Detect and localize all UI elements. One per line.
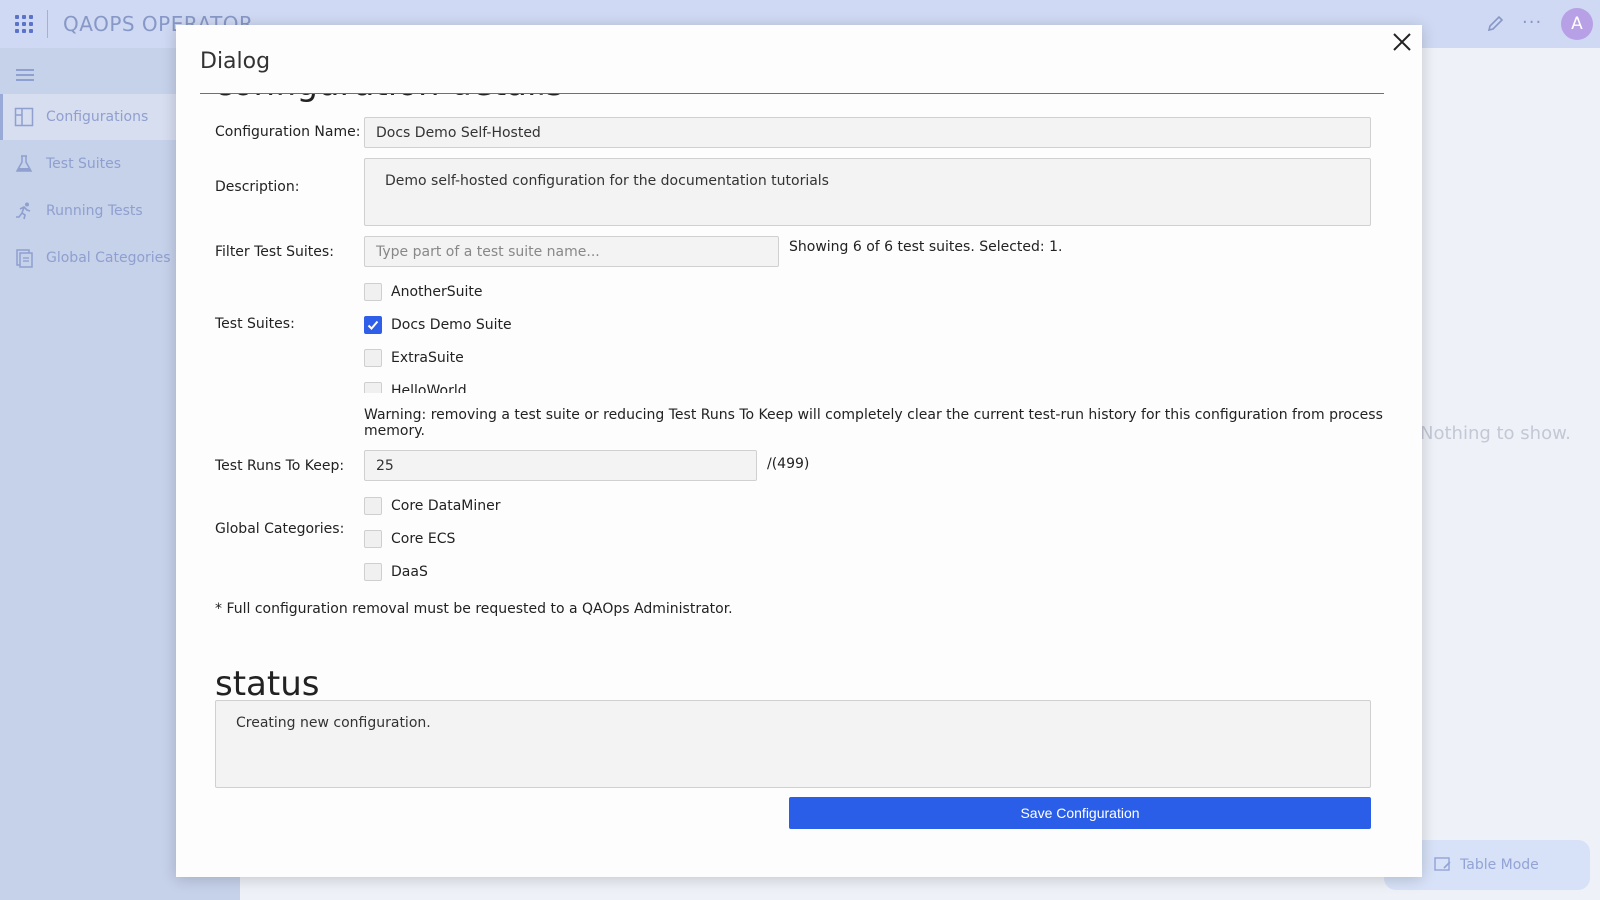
- table-mode-icon: [1434, 856, 1452, 878]
- avatar[interactable]: A: [1561, 8, 1593, 40]
- category-label: Core ECS: [391, 531, 456, 547]
- category-label: Core DataMiner: [391, 498, 501, 514]
- category-checkbox-daas[interactable]: DaaS: [364, 563, 428, 581]
- dialog-body[interactable]: configuration details Configuration Name…: [200, 93, 1384, 877]
- flask-icon: [14, 154, 34, 174]
- section-heading: configuration details: [214, 94, 564, 104]
- dialog: Dialog configuration details Configurati…: [176, 25, 1422, 877]
- checkbox[interactable]: [364, 497, 382, 515]
- test-suites-label: Test Suites:: [215, 316, 295, 332]
- close-icon[interactable]: [1391, 31, 1413, 53]
- suite-checkbox-docs-demo-suite[interactable]: Docs Demo Suite: [364, 316, 512, 334]
- suite-label: AnotherSuite: [391, 284, 483, 300]
- config-name-label: Configuration Name:: [215, 124, 361, 140]
- filter-label: Filter Test Suites:: [215, 244, 334, 260]
- checkbox[interactable]: [364, 349, 382, 367]
- filter-info: Showing 6 of 6 test suites. Selected: 1.: [789, 239, 1063, 255]
- checkbox[interactable]: [364, 563, 382, 581]
- global-categories-label: Global Categories:: [215, 521, 345, 537]
- category-label: DaaS: [391, 564, 428, 580]
- apps-grid-icon[interactable]: [15, 15, 33, 33]
- description-field[interactable]: Demo self-hosted configuration for the d…: [364, 158, 1371, 226]
- layout-icon: [14, 107, 34, 127]
- sidebar-item-label: Configurations: [46, 109, 149, 125]
- checkbox[interactable]: [364, 530, 382, 548]
- empty-state-text: Nothing to show.: [1420, 423, 1571, 444]
- document-icon: [14, 248, 34, 268]
- topbar-divider: [47, 10, 48, 38]
- pencil-icon[interactable]: [1486, 13, 1506, 33]
- warning-text: Warning: removing a test suite or reduci…: [364, 407, 1383, 439]
- suite-checkbox-anothersuite[interactable]: AnotherSuite: [364, 283, 483, 301]
- suite-list-clip: HelloWorld: [364, 374, 664, 393]
- config-name-field[interactable]: Docs Demo Self-Hosted: [364, 117, 1371, 148]
- description-label: Description:: [215, 179, 300, 195]
- suite-label: Docs Demo Suite: [391, 317, 512, 333]
- hamburger-menu-icon[interactable]: [16, 69, 34, 81]
- table-mode-label: Table Mode: [1460, 857, 1539, 873]
- suite-checkbox-helloworld[interactable]: HelloWorld: [364, 382, 467, 393]
- runs-to-keep-max: /(499): [767, 456, 810, 472]
- runs-to-keep-input[interactable]: 25: [364, 450, 757, 481]
- suite-checkbox-extrasuite[interactable]: ExtraSuite: [364, 349, 464, 367]
- category-checkbox-core-ecs[interactable]: Core ECS: [364, 530, 455, 548]
- status-heading: status: [215, 664, 320, 704]
- removal-note: * Full configuration removal must be req…: [215, 601, 733, 617]
- sidebar-item-label: Global Categories: [46, 250, 171, 266]
- dialog-title: Dialog: [200, 49, 271, 74]
- suite-label: HelloWorld: [391, 383, 467, 393]
- checkbox[interactable]: [364, 382, 382, 393]
- suite-label: ExtraSuite: [391, 350, 464, 366]
- sidebar-item-label: Test Suites: [46, 156, 122, 172]
- more-options-icon[interactable]: ···: [1522, 12, 1542, 33]
- checkbox[interactable]: [364, 283, 382, 301]
- status-box: Creating new configuration.: [215, 700, 1371, 788]
- save-configuration-button[interactable]: Save Configuration: [789, 797, 1371, 829]
- checkbox-checked[interactable]: [364, 316, 382, 334]
- runs-to-keep-label: Test Runs To Keep:: [215, 458, 345, 474]
- category-checkbox-core-dataminer[interactable]: Core DataMiner: [364, 497, 501, 515]
- checkmark-icon: [367, 320, 379, 330]
- runner-icon: [14, 201, 34, 221]
- filter-placeholder: Type part of a test suite name...: [376, 243, 600, 260]
- sidebar-item-label: Running Tests: [46, 203, 143, 219]
- filter-input[interactable]: Type part of a test suite name...: [364, 236, 779, 267]
